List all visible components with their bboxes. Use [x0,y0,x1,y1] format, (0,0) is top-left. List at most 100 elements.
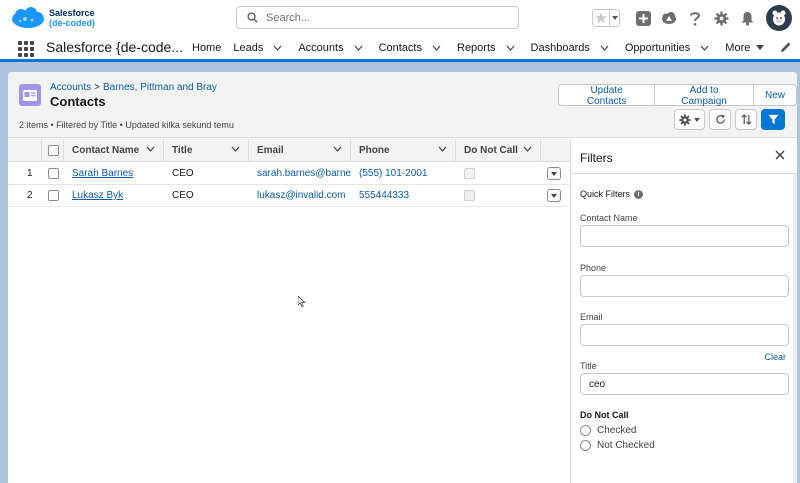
nav-item-dashboards[interactable]: Dashboards [525,42,619,54]
nav-item-contacts[interactable]: Contacts [373,42,451,54]
phone-link[interactable]: (555) 101-2001 [359,168,427,179]
phone-filter-input[interactable] [580,275,789,297]
add-to-campaign-button[interactable]: Add to Campaign [655,85,754,107]
nav-item-reports[interactable]: Reports [451,42,525,54]
column-header-phone[interactable]: Phone [351,139,456,162]
nav-item-accounts[interactable]: Accounts [292,42,372,54]
page-header: Accounts > Barnes, Pittman and Bray Cont… [8,72,797,138]
chevron-down-icon[interactable] [273,45,282,51]
chevron-down-icon[interactable] [506,45,515,51]
nav-item-more[interactable]: More [719,42,774,54]
do-not-call-checked-option[interactable]: Checked [580,425,636,436]
app-name: Salesforce {de-code... [46,39,183,55]
list-meta-info: 2 items • Filtered by Title • Updated ki… [19,120,234,130]
search-icon [247,12,258,23]
caret-down-icon[interactable] [756,45,765,50]
row-actions-button[interactable] [547,189,561,202]
brand-name: Salesforce [49,8,95,18]
title-filter-input[interactable]: ceo [580,373,789,395]
clear-filter-link[interactable]: Clear [764,352,786,362]
do-not-call-not-checked-option[interactable]: Not Checked [580,440,655,451]
salesforce-logo[interactable]: Salesforce (de-coded) [10,5,96,31]
email-filter-input[interactable] [580,324,789,346]
chevron-down-icon[interactable] [231,146,240,152]
app-launcher-icon[interactable] [18,41,34,57]
search-placeholder: Search... [266,11,311,24]
chevron-down-icon[interactable] [600,45,609,51]
phone-filter-label: Phone [580,263,607,273]
row-actions-button[interactable] [547,167,561,180]
row-checkbox[interactable] [48,190,59,201]
star-icon[interactable] [593,10,609,26]
phone-link[interactable]: 555444333 [359,190,409,201]
caret-down-icon [694,117,700,122]
title-cell: CEO [172,168,194,179]
do-not-call-checkbox [464,190,475,201]
filter-funnel-icon [767,114,779,125]
add-icon[interactable] [635,10,651,26]
contact-name-link[interactable]: Lukasz Byk [72,190,123,201]
radio-not-checked[interactable] [580,440,591,451]
contact-card-icon [19,84,41,106]
column-header-email[interactable]: Email [249,139,351,162]
sort-button[interactable] [735,109,757,130]
nav-item-opportunities[interactable]: Opportunities [619,42,719,54]
quick-filters-heading: Quick Filters i [580,189,644,199]
nav-item-home[interactable]: Home [186,42,227,54]
table-row: 1 Sarah Barnes CEO sarah.barnes@barne...… [8,163,570,185]
user-avatar[interactable] [766,5,792,31]
nav-item-leads[interactable]: Leads [227,42,292,54]
column-header-contact-name[interactable]: Contact Name [64,139,164,162]
select-all-header [42,139,64,162]
do-not-call-filter-label: Do Not Call [580,410,629,420]
table-row: 2 Lukasz Byk CEO lukasz@invalid.com 5554… [8,185,570,207]
filter-button[interactable] [761,109,785,130]
filters-scrollbar[interactable] [793,174,797,483]
email-link[interactable]: sarah.barnes@barne... [257,168,351,179]
table-header: Contact Name Title Email Phone Do Not Ca… [8,139,570,162]
info-icon[interactable]: i [634,189,644,199]
row-number: 1 [27,168,33,179]
contact-name-filter-input[interactable] [580,225,789,247]
global-search-input[interactable]: Search... [236,6,519,29]
chevron-down-icon[interactable] [146,146,155,152]
row-checkbox[interactable] [48,168,59,179]
row-actions-header [541,139,570,162]
chevron-down-icon[interactable] [333,146,342,152]
notification-bell-icon[interactable] [739,10,755,26]
edit-nav-pencil-icon[interactable] [780,41,792,56]
list-settings-button[interactable] [674,109,705,130]
row-number: 2 [27,190,33,201]
email-filter-label: Email [580,312,603,322]
favorites-chevron-down-icon[interactable] [609,10,619,26]
breadcrumb: Accounts > Barnes, Pittman and Bray [50,82,217,93]
new-button[interactable]: New [753,85,796,105]
app-navigation-bar: Salesforce {de-code... Home Leads Accoun… [0,36,800,62]
close-icon[interactable] [775,150,785,163]
radio-checked[interactable] [580,425,591,436]
trailhead-icon[interactable] [661,10,677,26]
page-title: Contacts [50,94,106,109]
breadcrumb-accounts[interactable]: Accounts [50,82,91,93]
column-header-do-not-call[interactable]: Do Not Call [456,139,541,162]
chevron-down-icon[interactable] [700,45,709,51]
chevron-down-icon[interactable] [432,45,441,51]
column-header-title[interactable]: Title [164,139,249,162]
help-icon[interactable] [687,10,703,26]
action-button-group: Update Contacts Add to Campaign New [558,84,797,107]
update-contacts-button[interactable]: Update Contacts [559,85,656,107]
refresh-button[interactable] [709,109,731,130]
chevron-down-icon[interactable] [438,146,447,152]
caret-down-icon [551,193,557,198]
contacts-table: Contact Name Title Email Phone Do Not Ca… [8,139,570,483]
list-view-tools [674,109,785,130]
select-all-checkbox[interactable] [48,145,59,156]
email-link[interactable]: lukasz@invalid.com [257,190,346,201]
contact-name-link[interactable]: Sarah Barnes [72,168,133,179]
chevron-down-icon[interactable] [354,45,363,51]
gear-icon[interactable] [713,10,729,26]
filters-header: Filters [571,139,797,174]
breadcrumb-account-name[interactable]: Barnes, Pittman and Bray [103,82,217,93]
chevron-down-icon[interactable] [523,146,532,152]
sort-arrows-icon [740,114,752,125]
